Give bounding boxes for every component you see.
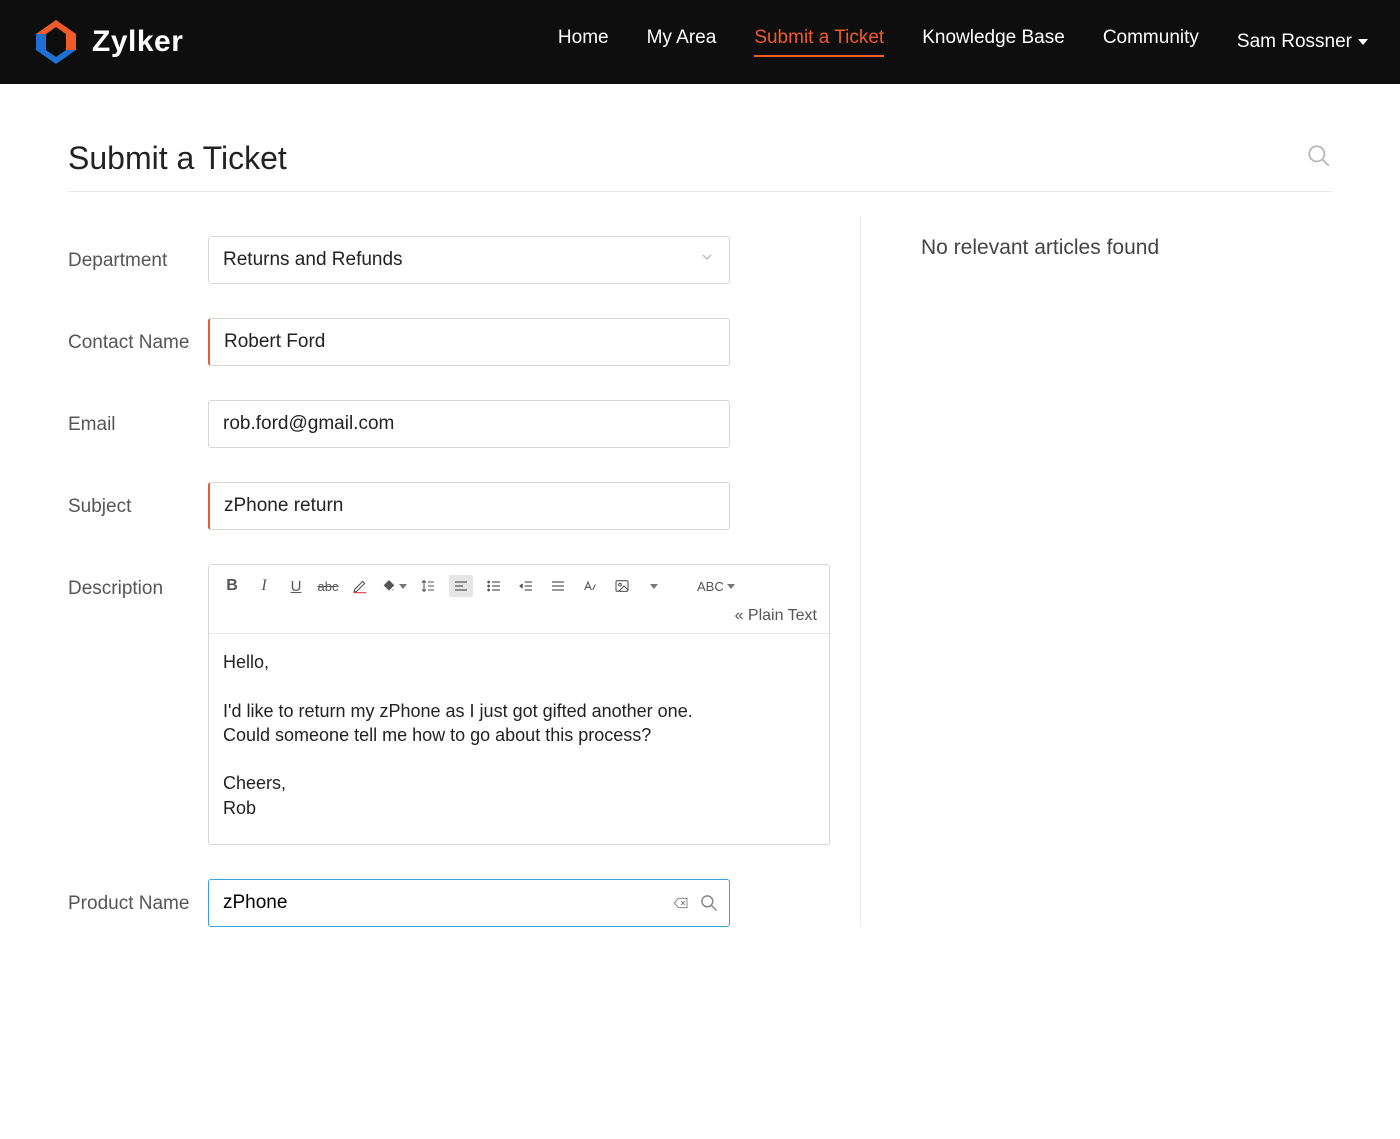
description-label: Description <box>68 564 208 602</box>
search-button[interactable] <box>1306 143 1332 174</box>
page-header-row: Submit a Ticket <box>68 140 1332 192</box>
chevron-down-icon <box>1358 39 1368 45</box>
related-articles-empty: No relevant articles found <box>921 236 1332 260</box>
chevron-down-icon <box>399 584 407 589</box>
user-menu[interactable]: Sam Rossner <box>1237 31 1368 53</box>
bold-button[interactable]: B <box>221 575 243 597</box>
field-product-name: Product Name <box>68 879 830 927</box>
backspace-icon <box>671 895 691 911</box>
align-justify-icon <box>550 578 566 594</box>
search-icon <box>1306 143 1332 169</box>
align-left-icon <box>453 578 469 594</box>
department-label: Department <box>68 236 208 274</box>
nav-community[interactable]: Community <box>1103 27 1199 57</box>
search-icon <box>699 893 719 913</box>
field-email: Email <box>68 400 830 448</box>
font-icon <box>581 578 599 594</box>
lookup-search-button[interactable] <box>699 893 719 913</box>
outdent-button[interactable] <box>515 575 537 597</box>
spellcheck-button[interactable]: ABC <box>697 575 735 597</box>
list-button[interactable] <box>483 575 505 597</box>
contact-name-label: Contact Name <box>68 318 208 356</box>
image-icon <box>614 578 630 594</box>
justify-button[interactable] <box>547 575 569 597</box>
email-input[interactable] <box>208 400 730 448</box>
chevron-down-icon <box>650 584 658 589</box>
pencil-icon <box>352 578 368 594</box>
chevron-down-icon <box>699 249 715 271</box>
related-articles-panel: No relevant articles found <box>861 216 1332 927</box>
italic-button[interactable]: I <box>253 575 275 597</box>
app-header: Zylker Home My Area Submit a Ticket Know… <box>0 0 1400 84</box>
nav-home[interactable]: Home <box>558 27 609 57</box>
fill-color-button[interactable] <box>381 575 407 597</box>
email-label: Email <box>68 400 208 438</box>
paint-bucket-icon <box>381 578 397 594</box>
insert-image-button[interactable] <box>611 575 633 597</box>
brand-logo[interactable]: Zylker <box>32 20 183 64</box>
ticket-form: Department Returns and Refunds Contact N… <box>68 216 861 927</box>
underline-button[interactable]: U <box>285 575 307 597</box>
description-editor: B I U abc <box>208 564 830 845</box>
text-color-button[interactable] <box>349 575 371 597</box>
content-columns: Department Returns and Refunds Contact N… <box>68 216 1332 927</box>
field-contact-name: Contact Name <box>68 318 830 366</box>
strikethrough-button[interactable]: abc <box>317 575 339 597</box>
main-nav: Home My Area Submit a Ticket Knowledge B… <box>558 27 1368 57</box>
outdent-icon <box>518 578 534 594</box>
nav-my-area[interactable]: My Area <box>647 27 717 57</box>
user-name: Sam Rossner <box>1237 31 1352 53</box>
contact-name-input[interactable] <box>208 318 730 366</box>
clear-button[interactable] <box>671 895 691 911</box>
field-description: Description B I U abc <box>68 564 830 845</box>
nav-submit-ticket[interactable]: Submit a Ticket <box>754 27 884 57</box>
subject-label: Subject <box>68 482 208 520</box>
plain-text-toggle[interactable]: « Plain Text <box>735 607 817 625</box>
font-effects-button[interactable] <box>579 575 601 597</box>
description-textarea[interactable]: Hello, I'd like to return my zPhone as I… <box>209 634 829 844</box>
list-icon <box>486 578 502 594</box>
product-name-input[interactable] <box>223 880 663 926</box>
product-name-lookup[interactable] <box>208 879 730 927</box>
align-button[interactable] <box>449 575 473 597</box>
department-select[interactable]: Returns and Refunds <box>208 236 730 284</box>
field-department: Department Returns and Refunds <box>68 236 830 284</box>
page-title: Submit a Ticket <box>68 140 287 177</box>
brand-name: Zylker <box>92 25 183 59</box>
more-tools-button[interactable] <box>643 575 665 597</box>
chevron-down-icon <box>727 584 735 589</box>
brand-logo-icon <box>32 20 80 64</box>
page-body: Submit a Ticket Department Returns and R… <box>0 84 1400 967</box>
line-height-button[interactable] <box>417 575 439 597</box>
product-name-label: Product Name <box>68 879 208 917</box>
subject-input[interactable] <box>208 482 730 530</box>
nav-knowledge-base[interactable]: Knowledge Base <box>922 27 1065 57</box>
department-value: Returns and Refunds <box>223 249 403 271</box>
line-spacing-icon <box>420 578 436 594</box>
editor-toolbar: B I U abc <box>209 565 829 634</box>
field-subject: Subject <box>68 482 830 530</box>
